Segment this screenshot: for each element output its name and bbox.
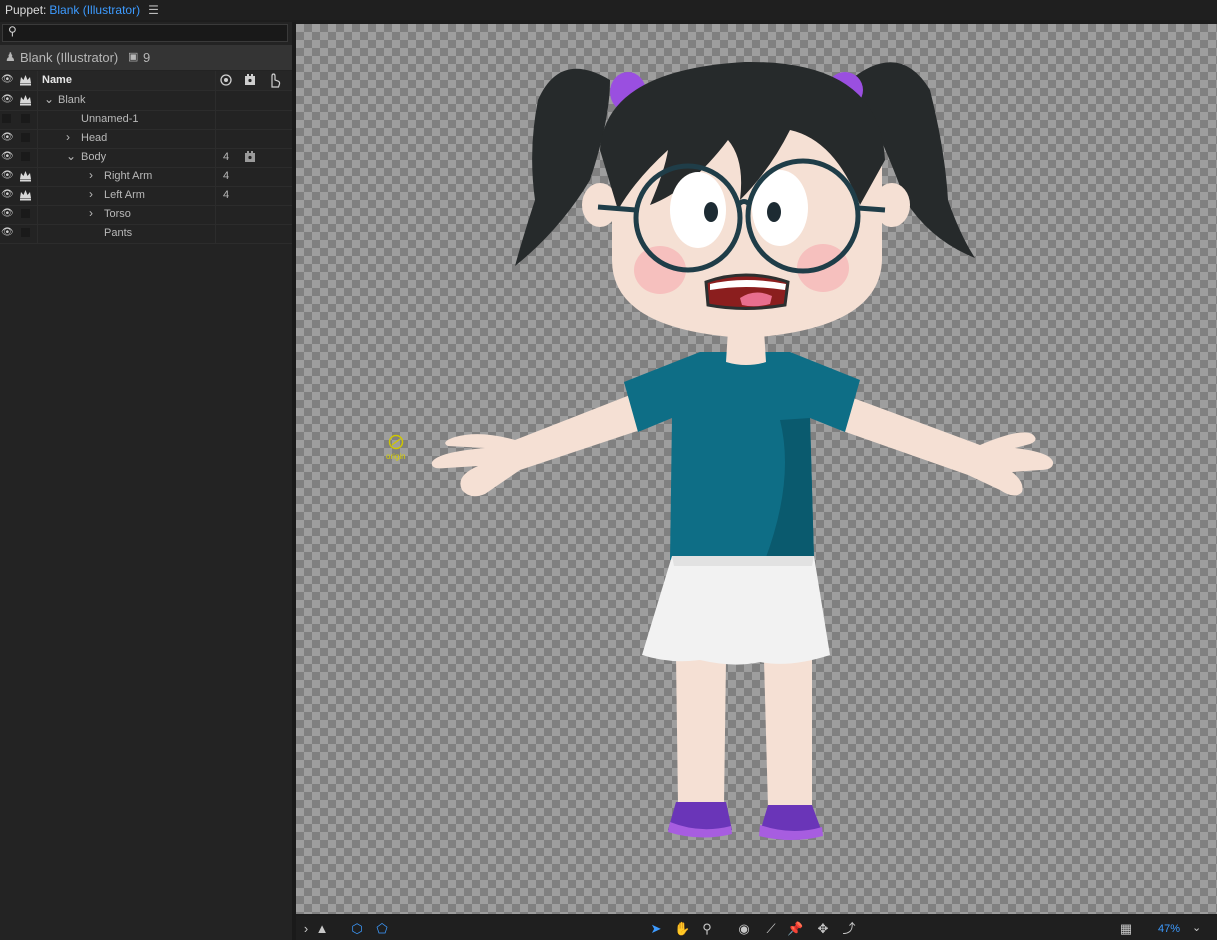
search-icon: ⚲ bbox=[8, 24, 17, 38]
hand-tool-icon[interactable]: ✋ bbox=[674, 921, 690, 937]
chevron-down-icon[interactable]: ⌄ bbox=[1192, 921, 1201, 934]
transparency-grid-toggle-icon[interactable]: ▦ bbox=[1118, 921, 1134, 937]
left-pupil bbox=[704, 202, 718, 222]
mesh-icon[interactable]: ⬡ bbox=[349, 921, 365, 937]
bend-tool-icon[interactable]: ⤴ bbox=[841, 921, 857, 937]
left-arm bbox=[431, 395, 640, 497]
chevron-down-icon[interactable]: ⌄ bbox=[66, 149, 76, 163]
layer-name: Left Arm bbox=[104, 189, 145, 201]
origin-label: origin bbox=[386, 452, 406, 461]
origin-tool-icon[interactable]: ◉ bbox=[736, 921, 752, 937]
layer-row-pants[interactable]: 👁 Pants bbox=[0, 224, 292, 244]
layer-list-header: 👁 Name bbox=[0, 71, 292, 91]
handles-column-icon bbox=[271, 73, 281, 88]
right-arm bbox=[840, 395, 1054, 496]
eye-icon[interactable]: 👁 bbox=[1, 132, 14, 143]
left-pigtail bbox=[515, 68, 610, 266]
puppet-header: ♟ Blank (Illustrator) ▣ 9 bbox=[0, 45, 292, 70]
eye-icon[interactable]: 👁 bbox=[1, 151, 14, 162]
layer-row-body[interactable]: 👁 ⌄ Body 4 bbox=[0, 148, 292, 168]
handle-count: 4 bbox=[223, 170, 230, 182]
layer-name: Unnamed-1 bbox=[81, 113, 139, 125]
layer-row-left-arm[interactable]: 👁 › Left Arm 4 bbox=[0, 186, 292, 206]
expand-chevron-icon[interactable]: › bbox=[298, 921, 314, 937]
independence-toggle[interactable] bbox=[21, 209, 30, 218]
handle-count: 4 bbox=[223, 151, 230, 163]
behaviors-count: 9 bbox=[143, 50, 151, 65]
independence-toggle[interactable] bbox=[21, 228, 30, 237]
layer-row-torso[interactable]: 👁 › Torso bbox=[0, 205, 292, 225]
search-input[interactable]: ⚲ bbox=[2, 24, 288, 42]
behaviors-icon[interactable] bbox=[244, 151, 256, 163]
layer-name: Torso bbox=[104, 208, 131, 220]
puppet-header-name: Blank (Illustrator) bbox=[20, 50, 119, 65]
layer-name: Blank bbox=[58, 94, 86, 106]
select-tool-icon[interactable]: ➤ bbox=[648, 921, 664, 937]
layer-name: Body bbox=[81, 151, 107, 163]
warning-icon[interactable]: ▲ bbox=[314, 921, 330, 937]
bottom-toolbar: › ▲ ⬡ ⬠ ➤ ✋ ⚲ ◉ ⟋ 📌 ✥ ⤴ ▦ 47% ⌄ bbox=[296, 916, 1217, 940]
chevron-right-icon[interactable]: › bbox=[66, 130, 70, 144]
left-glasses-arm bbox=[597, 204, 637, 213]
handle-count: 4 bbox=[223, 189, 230, 201]
layer-row-unnamed-1[interactable]: Unnamed-1 bbox=[0, 110, 292, 130]
zoom-level[interactable]: 47% bbox=[1158, 923, 1180, 935]
panel-title-bar: Puppet: Blank (Illustrator) ☰ bbox=[0, 0, 1217, 20]
eye-icon[interactable]: 👁 bbox=[1, 208, 14, 219]
behaviors-column-icon bbox=[245, 74, 255, 85]
zoom-tool-icon[interactable]: ⚲ bbox=[699, 921, 715, 937]
left-leg bbox=[676, 655, 726, 805]
shirt bbox=[624, 352, 860, 560]
independent-column-icon bbox=[20, 75, 31, 86]
name-column-header[interactable]: Name bbox=[42, 74, 72, 86]
eye-icon[interactable]: 👁 bbox=[1, 189, 14, 200]
eye-icon[interactable]: 👁 bbox=[1, 170, 14, 181]
crown-icon[interactable] bbox=[19, 169, 32, 182]
puppet-icon: ♟ bbox=[5, 50, 16, 64]
visibility-column-icon: 👁 bbox=[1, 74, 14, 85]
eye-icon[interactable]: 👁 bbox=[1, 94, 14, 105]
independence-toggle[interactable] bbox=[21, 133, 30, 142]
layer-name: Right Arm bbox=[104, 170, 153, 182]
chevron-down-icon[interactable]: ⌄ bbox=[44, 92, 54, 106]
outline-icon[interactable]: ⬠ bbox=[374, 921, 390, 937]
puppet-name-link[interactable]: Blank (Illustrator) bbox=[49, 3, 140, 17]
chevron-right-icon[interactable]: › bbox=[89, 206, 93, 220]
crown-icon[interactable] bbox=[19, 93, 32, 106]
puppet-canvas[interactable] bbox=[296, 24, 1217, 914]
dragger-tool-icon[interactable]: ✥ bbox=[815, 921, 831, 937]
independence-toggle[interactable] bbox=[21, 152, 30, 161]
behaviors-icon: ▣ bbox=[128, 51, 139, 63]
layer-row-head[interactable]: 👁 › Head bbox=[0, 129, 292, 149]
hamburger-menu-icon[interactable]: ☰ bbox=[148, 3, 159, 17]
origin-handle-icon[interactable] bbox=[386, 433, 406, 453]
skirt bbox=[642, 556, 830, 665]
independence-toggle[interactable] bbox=[21, 114, 30, 123]
layer-row-right-arm[interactable]: 👁 › Right Arm 4 bbox=[0, 167, 292, 187]
chevron-right-icon[interactable]: › bbox=[89, 168, 93, 182]
skirt-top-shade bbox=[672, 556, 814, 566]
origin-column-icon bbox=[220, 74, 232, 86]
right-pupil bbox=[767, 202, 781, 222]
chevron-right-icon[interactable]: › bbox=[89, 187, 93, 201]
layer-row-blank[interactable]: 👁 ⌄ Blank bbox=[0, 91, 292, 111]
visibility-toggle[interactable] bbox=[2, 114, 11, 123]
stick-tool-icon[interactable]: ⟋ bbox=[763, 921, 779, 937]
crown-icon[interactable] bbox=[19, 188, 32, 201]
right-leg bbox=[764, 655, 812, 808]
pin-tool-icon[interactable]: 📌 bbox=[787, 921, 803, 937]
layer-name: Pants bbox=[104, 227, 133, 239]
panel-title-prefix: Puppet: bbox=[5, 3, 47, 17]
right-glasses-arm bbox=[857, 205, 886, 213]
puppet-panel: ⚲ ♟ Blank (Illustrator) ▣ 9 👁 Name 👁 ⌄ B… bbox=[0, 22, 292, 940]
eye-icon[interactable]: 👁 bbox=[1, 227, 14, 238]
layer-name: Head bbox=[81, 132, 108, 144]
